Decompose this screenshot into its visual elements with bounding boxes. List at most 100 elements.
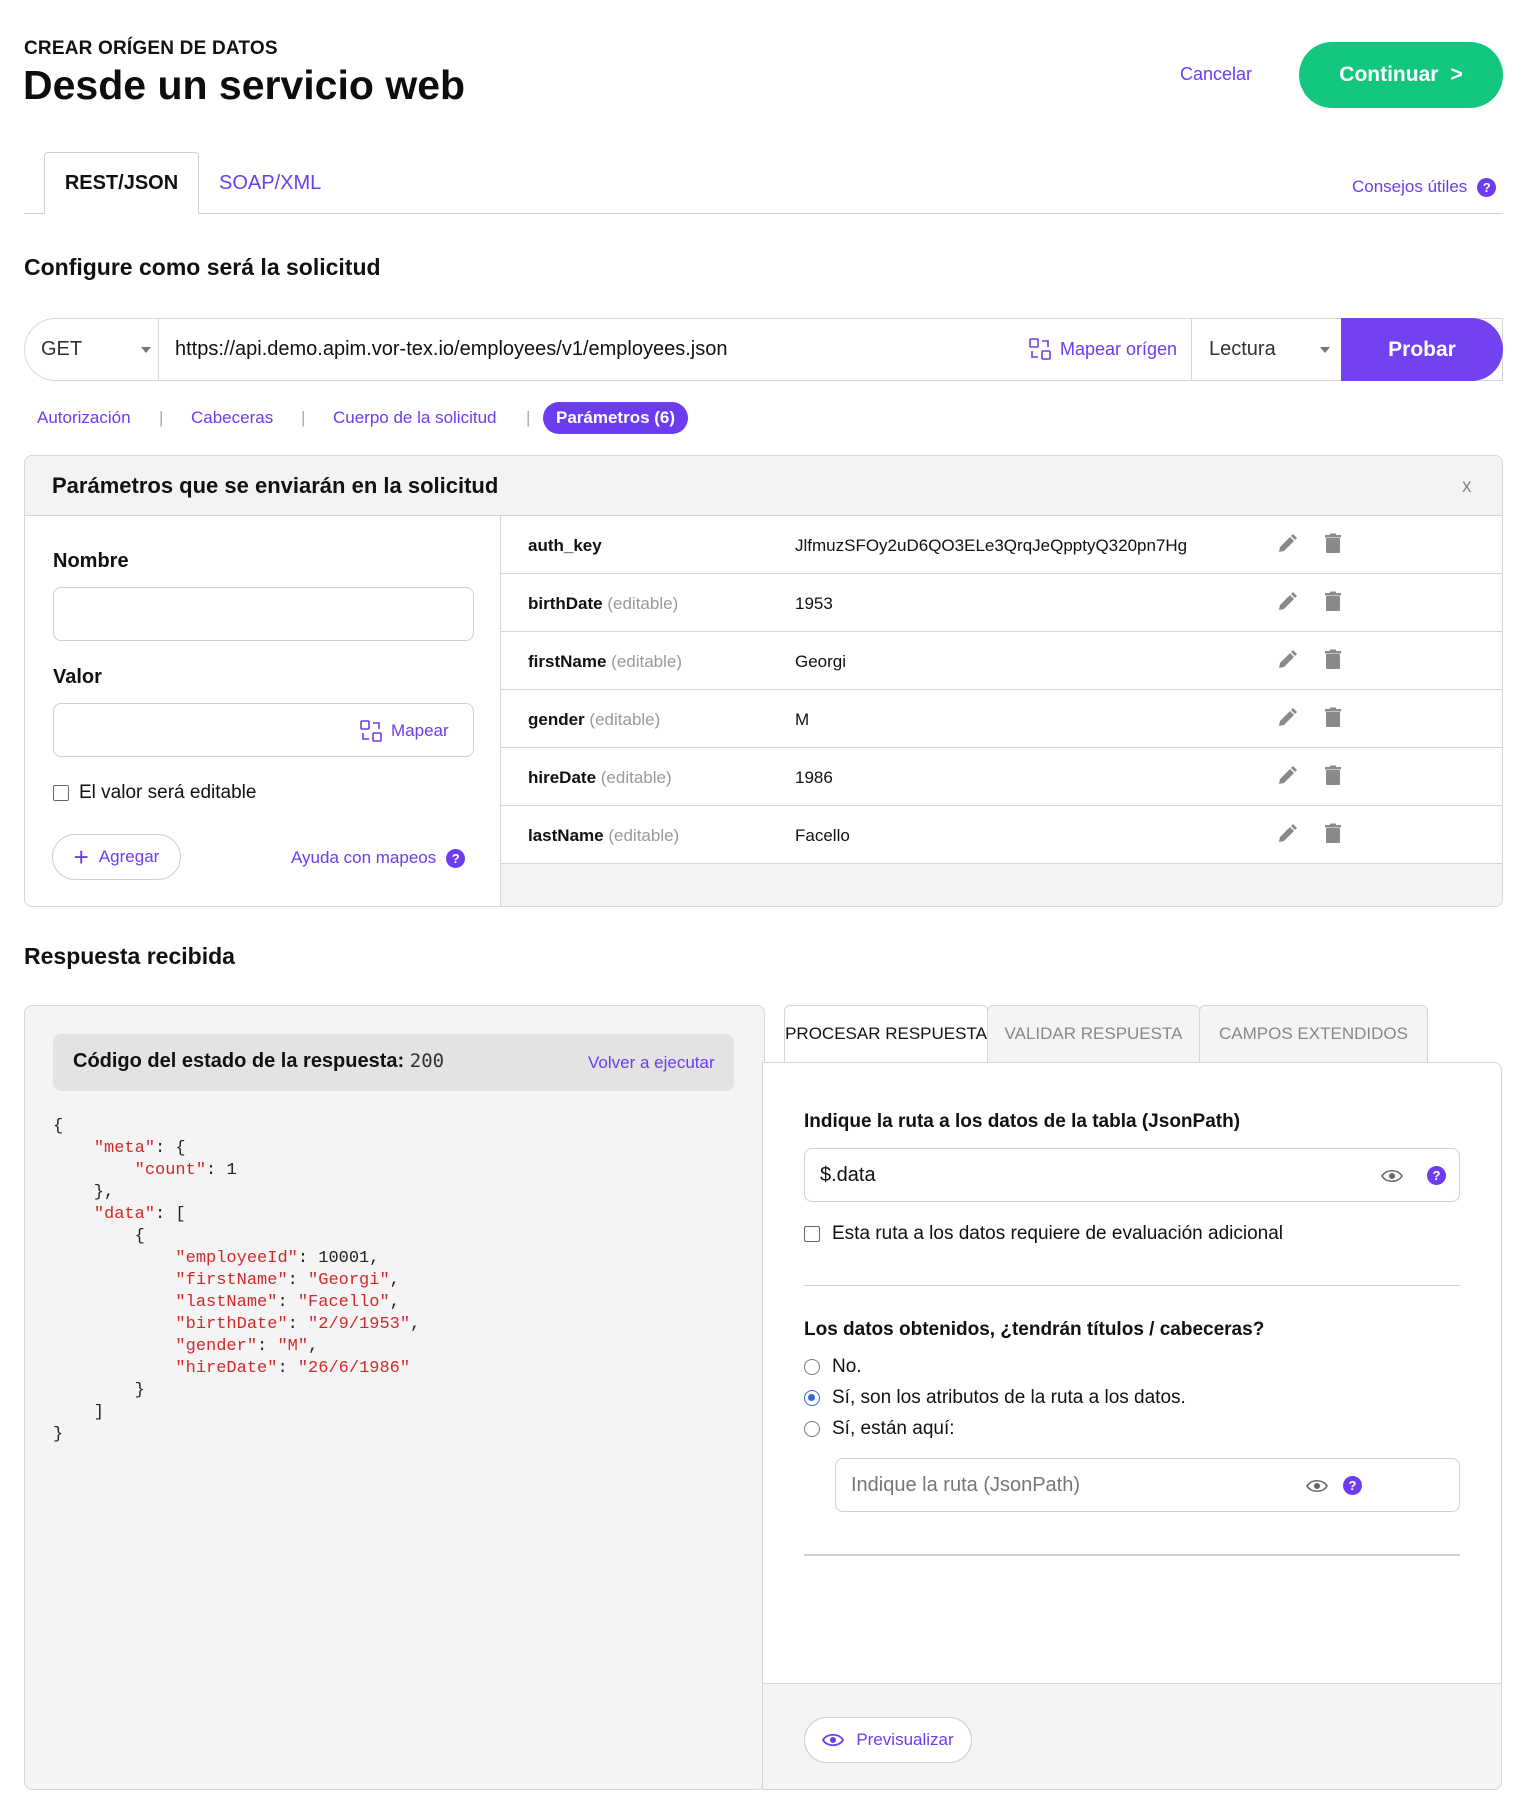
status-label-text: Código del estado de la respuesta: xyxy=(73,1050,405,1072)
tab-soap-xml[interactable]: SOAP/XML xyxy=(219,172,321,195)
status-code: 200 xyxy=(409,1050,445,1072)
extra-eval-checkbox[interactable]: Esta ruta a los datos requiere de evalua… xyxy=(804,1223,1283,1245)
eye-icon[interactable] xyxy=(1381,1169,1403,1183)
request-section-title: Configure como será la solicitud xyxy=(24,254,381,280)
preview-button[interactable]: Previsualizar xyxy=(804,1717,972,1763)
name-input[interactable] xyxy=(53,587,474,641)
subtab-body[interactable]: Cuerpo de la solicitud xyxy=(333,408,496,428)
tabs-divider xyxy=(24,213,1503,214)
tips-link[interactable]: Consejos útiles ? xyxy=(1352,177,1497,197)
json-line: "count": 1 xyxy=(134,1161,237,1180)
trash-icon[interactable] xyxy=(1321,532,1345,556)
jsonpath-input[interactable]: $.data ? xyxy=(804,1148,1460,1202)
headers-question: Los datos obtenidos, ¿tendrán títulos / … xyxy=(804,1319,1265,1340)
param-row: hireDate (editable) 1986 xyxy=(501,748,1502,806)
pencil-icon[interactable] xyxy=(1275,764,1299,788)
radio-button[interactable] xyxy=(804,1359,820,1375)
tips-label: Consejos útiles xyxy=(1352,177,1468,196)
params-header: Parámetros que se enviarán en la solicit… xyxy=(25,456,1502,516)
param-name: firstName (editable) xyxy=(528,652,682,672)
params-title: Parámetros que se enviarán en la solicit… xyxy=(52,473,499,498)
tab-extended-fields[interactable]: CAMPOS EXTENDIDOS xyxy=(1199,1005,1428,1063)
param-name-text: birthDate xyxy=(528,594,603,613)
map-origin-button[interactable]: Mapear orígen xyxy=(1028,337,1177,361)
param-value: 1986 xyxy=(795,768,833,787)
param-value: Georgi xyxy=(795,652,847,671)
pencil-icon[interactable] xyxy=(1275,706,1299,730)
json-line: }, xyxy=(53,1183,115,1202)
tab-validate-response[interactable]: VALIDAR RESPUESTA xyxy=(987,1005,1200,1063)
subtab-separator: | xyxy=(301,408,306,427)
mode-value: Lectura xyxy=(1209,338,1276,360)
pencil-icon[interactable] xyxy=(1275,590,1299,614)
json-line: "firstName": "Georgi", xyxy=(175,1271,400,1290)
param-name: lastName (editable) xyxy=(528,826,679,846)
map-origin-label: Mapear orígen xyxy=(1060,338,1178,359)
checkbox-box[interactable] xyxy=(53,785,69,801)
param-row: birthDate (editable) 1953 xyxy=(501,574,1502,632)
trash-icon[interactable] xyxy=(1321,648,1345,672)
subtab-authorization[interactable]: Autorización xyxy=(37,408,131,428)
editable-checkbox[interactable]: El valor será editable xyxy=(53,782,256,804)
param-row: gender (editable) M xyxy=(501,690,1502,748)
method-select[interactable]: GET xyxy=(24,318,159,381)
map-value-button[interactable]: Mapear xyxy=(359,719,449,743)
test-button[interactable]: Probar xyxy=(1341,318,1503,381)
pencil-icon[interactable] xyxy=(1275,532,1299,556)
param-value: M xyxy=(795,710,810,729)
tab-rest-json[interactable]: REST/JSON xyxy=(44,152,199,214)
json-line: "birthDate": "2/9/1953", xyxy=(175,1315,421,1334)
method-value: GET xyxy=(41,338,83,360)
mode-select[interactable]: Lectura xyxy=(1191,318,1342,381)
subtab-parameters[interactable]: Parámetros (6) xyxy=(543,402,689,434)
radio-option-no[interactable]: No. xyxy=(804,1356,862,1378)
page-eyebrow: CREAR ORÍGEN DE DATOS xyxy=(24,38,278,59)
url-input[interactable]: https://api.demo.apim.vor-tex.io/employe… xyxy=(175,338,728,361)
json-response: { "meta": { "count": 1 }, "data": [ { "e… xyxy=(53,1116,420,1446)
continue-button[interactable]: Continuar > xyxy=(1299,42,1503,108)
radio-option-custom-path[interactable]: Sí, están aquí: xyxy=(804,1418,955,1440)
plus-icon: + xyxy=(73,842,89,872)
json-line: } xyxy=(53,1425,64,1444)
help-icon[interactable]: ? xyxy=(1343,1476,1362,1495)
add-param-button[interactable]: + Agregar xyxy=(52,834,181,880)
divider xyxy=(804,1554,1460,1556)
trash-icon[interactable] xyxy=(1321,590,1345,614)
trash-icon[interactable] xyxy=(1321,764,1345,788)
param-row: auth_key JlfmuzSFOy2uD6QO3ELe3QrqJeQpptyQ… xyxy=(501,516,1502,574)
processing-panel: Indique la ruta a los datos de la tabla … xyxy=(762,1062,1502,1790)
radio-option-attributes[interactable]: Sí, son los atributos de la ruta a los d… xyxy=(804,1387,1186,1409)
pencil-icon[interactable] xyxy=(1275,648,1299,672)
checkbox-box[interactable] xyxy=(804,1226,820,1242)
map-icon xyxy=(360,720,382,742)
param-name: hireDate (editable) xyxy=(528,768,672,788)
param-row: lastName (editable) Facello xyxy=(501,806,1502,864)
json-line: { xyxy=(53,1117,64,1136)
help-icon[interactable]: ? xyxy=(1427,1166,1446,1185)
json-line: "employeeId": 10001, xyxy=(175,1249,380,1268)
preview-label: Previsualizar xyxy=(856,1730,954,1749)
radio-button[interactable] xyxy=(804,1421,820,1437)
eye-icon[interactable] xyxy=(1306,1479,1328,1493)
trash-icon[interactable] xyxy=(1321,822,1345,846)
param-value: JlfmuzSFOy2uD6QO3ELe3QrqJeQpptyQ320pn7Hg xyxy=(795,536,1188,555)
headers-path-input[interactable]: Indique la ruta (JsonPath) ? xyxy=(835,1458,1460,1512)
pencil-icon[interactable] xyxy=(1275,822,1299,846)
rerun-link[interactable]: Volver a ejecutar xyxy=(588,1053,715,1073)
radio-button-selected[interactable] xyxy=(804,1390,820,1406)
json-line: "hireDate": "26/6/1986" xyxy=(175,1359,411,1378)
value-input[interactable]: Mapear xyxy=(53,703,474,757)
subtab-headers[interactable]: Cabeceras xyxy=(191,408,273,428)
map-icon xyxy=(1029,338,1051,360)
add-label: Agregar xyxy=(98,847,160,866)
subtab-separator: | xyxy=(159,408,164,427)
close-icon[interactable]: x xyxy=(1462,476,1472,498)
param-value: 1953 xyxy=(795,594,833,613)
trash-icon[interactable] xyxy=(1321,706,1345,730)
json-line: "lastName": "Facello", xyxy=(175,1293,400,1312)
editable-checkbox-label: El valor será editable xyxy=(79,782,257,803)
cancel-button[interactable]: Cancelar xyxy=(1180,64,1252,85)
tab-process-response[interactable]: PROCESAR RESPUESTA xyxy=(784,1005,988,1063)
help-mapping-link[interactable]: Ayuda con mapeos ? xyxy=(291,848,466,868)
param-name-text: lastName xyxy=(528,826,604,845)
